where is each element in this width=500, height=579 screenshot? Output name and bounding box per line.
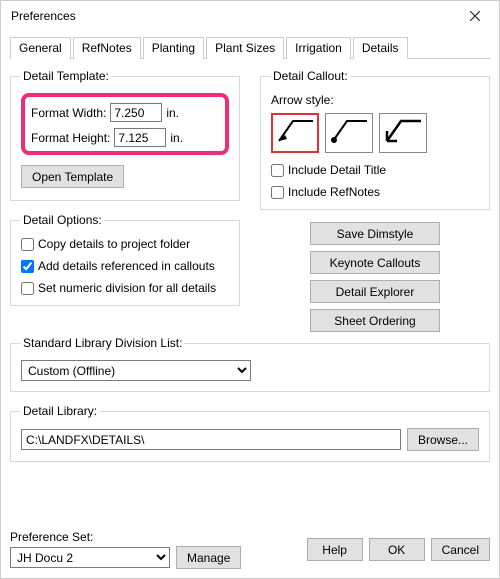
add-details-checkbox[interactable]	[21, 260, 34, 273]
format-height-input[interactable]	[114, 128, 166, 147]
detail-callout-legend: Detail Callout:	[271, 69, 350, 83]
close-icon	[470, 11, 480, 21]
tab-irrigation[interactable]: Irrigation	[286, 37, 351, 59]
detail-template-group: Detail Template: Format Width: in. Forma…	[10, 69, 240, 201]
detail-options-legend: Detail Options:	[21, 213, 104, 227]
include-title-checkbox[interactable]	[271, 164, 284, 177]
side-button-stack: Save Dimstyle Keynote Callouts Detail Ex…	[260, 222, 490, 332]
dialog-buttons: Help OK Cancel	[307, 538, 490, 561]
window-title: Preferences	[11, 9, 76, 23]
include-refnotes-label: Include RefNotes	[288, 185, 380, 199]
save-dimstyle-button[interactable]: Save Dimstyle	[310, 222, 440, 245]
format-width-label: Format Width:	[31, 106, 106, 120]
tab-refnotes[interactable]: RefNotes	[73, 37, 141, 59]
arrow-style-label: Arrow style:	[271, 93, 479, 107]
arrow-icon-2	[329, 117, 369, 149]
tab-planting[interactable]: Planting	[143, 37, 204, 59]
detail-library-path[interactable]: C:\LANDFX\DETAILS\	[21, 429, 401, 450]
arrow-style-3[interactable]	[379, 113, 427, 153]
arrow-icon-1	[275, 117, 315, 149]
include-refnotes-checkbox[interactable]	[271, 186, 284, 199]
std-library-select[interactable]: Custom (Offline)	[21, 360, 251, 381]
tab-details[interactable]: Details	[353, 37, 408, 59]
keynote-callouts-button[interactable]: Keynote Callouts	[310, 251, 440, 274]
copy-details-checkbox[interactable]	[21, 238, 34, 251]
include-title-label: Include Detail Title	[288, 163, 386, 177]
manage-button[interactable]: Manage	[176, 546, 241, 569]
tab-strip: General RefNotes Planting Plant Sizes Ir…	[10, 36, 490, 59]
format-highlight: Format Width: in. Format Height: in.	[21, 93, 229, 155]
format-width-input[interactable]	[110, 103, 162, 122]
format-height-label: Format Height:	[31, 131, 110, 145]
detail-options-group: Detail Options: Copy details to project …	[10, 213, 240, 306]
content-area: General RefNotes Planting Plant Sizes Ir…	[1, 31, 499, 578]
close-button[interactable]	[455, 2, 495, 30]
numeric-division-checkbox[interactable]	[21, 282, 34, 295]
footer: Preference Set: JH Docu 2 Manage Help OK…	[10, 530, 490, 569]
arrow-style-options	[271, 113, 479, 153]
std-library-group: Standard Library Division List: Custom (…	[10, 336, 490, 392]
detail-callout-group: Detail Callout: Arrow style:	[260, 69, 490, 210]
tab-general[interactable]: General	[10, 37, 71, 59]
arrow-style-2[interactable]	[325, 113, 373, 153]
detail-template-legend: Detail Template:	[21, 69, 111, 83]
preferences-window: Preferences General RefNotes Planting Pl…	[0, 0, 500, 579]
open-template-button[interactable]: Open Template	[21, 165, 124, 188]
detail-library-group: Detail Library: C:\LANDFX\DETAILS\ Brows…	[10, 404, 490, 462]
detail-explorer-button[interactable]: Detail Explorer	[310, 280, 440, 303]
tab-plantsizes[interactable]: Plant Sizes	[206, 37, 284, 59]
arrow-style-1[interactable]	[271, 113, 319, 153]
sheet-ordering-button[interactable]: Sheet Ordering	[310, 309, 440, 332]
ok-button[interactable]: OK	[369, 538, 425, 561]
format-width-unit: in.	[166, 106, 179, 120]
cancel-button[interactable]: Cancel	[431, 538, 490, 561]
help-button[interactable]: Help	[307, 538, 363, 561]
arrow-icon-3	[383, 117, 423, 149]
format-height-unit: in.	[170, 131, 183, 145]
detail-library-legend: Detail Library:	[21, 404, 99, 418]
preference-set-group: Preference Set: JH Docu 2 Manage	[10, 530, 241, 569]
std-library-legend: Standard Library Division List:	[21, 336, 184, 350]
copy-details-label: Copy details to project folder	[38, 237, 190, 251]
add-details-label: Add details referenced in callouts	[38, 259, 215, 273]
numeric-division-label: Set numeric division for all details	[38, 281, 216, 295]
browse-button[interactable]: Browse...	[407, 428, 479, 451]
preference-set-label: Preference Set:	[10, 530, 241, 544]
preference-set-select[interactable]: JH Docu 2	[10, 547, 170, 568]
titlebar: Preferences	[1, 1, 499, 31]
